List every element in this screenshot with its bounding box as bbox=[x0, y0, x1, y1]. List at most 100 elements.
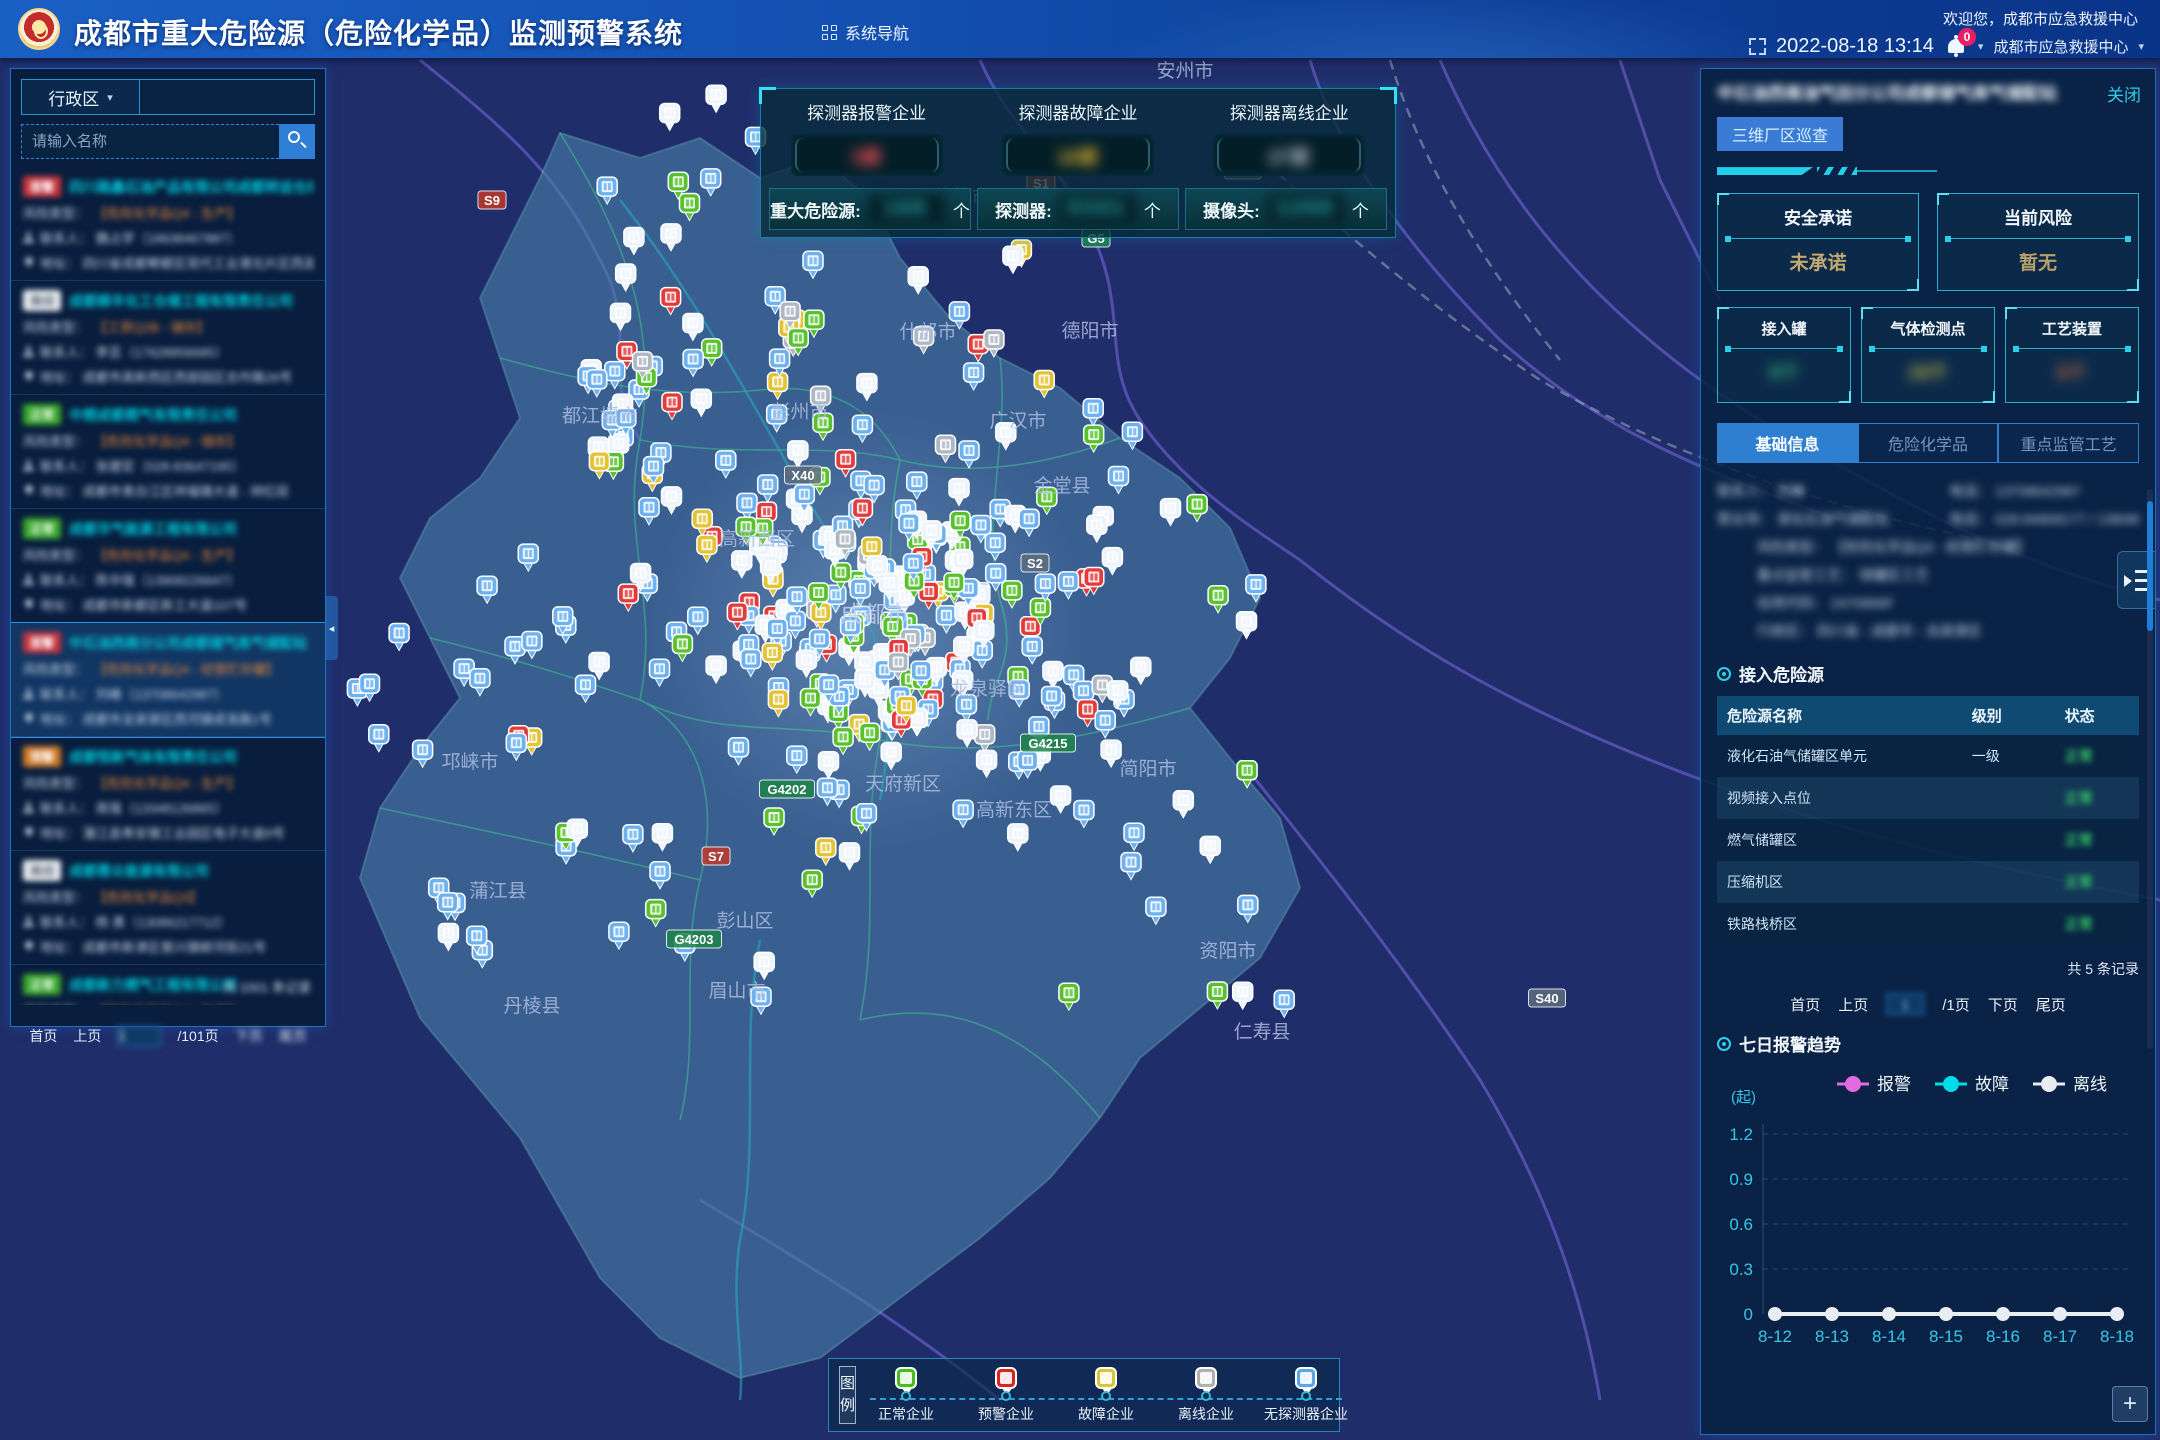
legend-label: 预警企业 bbox=[978, 1404, 1034, 1424]
company-list-item[interactable]: 正常中燃成都燃气有限责任公司风险类型：【危险化学品Q4 - 储存】联系人： 张建… bbox=[11, 395, 325, 509]
map-label-仁寿县: 仁寿县 bbox=[1233, 1021, 1290, 1043]
next-page-link[interactable]: 下页 bbox=[235, 1026, 263, 1046]
legend-label: 离线企业 bbox=[1178, 1404, 1234, 1424]
map-label-成都市: 成都市 bbox=[841, 601, 910, 627]
app-header: 成都市重大危险源（危险化学品）监测预警系统 系统导航 欢迎您，成都市应急救援中心… bbox=[0, 0, 2160, 58]
person-icon bbox=[23, 574, 34, 585]
counter-unit: 个 bbox=[1144, 197, 1161, 222]
enterprise-detail-panel: 中石油西南油气田分公司成都储气库气储配站 关闭 三维厂区巡查 安全承诺 未承诺 … bbox=[1700, 68, 2156, 1435]
hazard-name: 铁路栈桥区 bbox=[1717, 903, 1962, 945]
company-list-item[interactable]: 离线成都蓉众能源有限公司风险类型：【危险化学品Q3】联系人： 杨 勇（13086… bbox=[11, 851, 325, 965]
tab-重点监管工艺[interactable]: 重点监管工艺 bbox=[1998, 423, 2139, 463]
road-badge-S7: S7 bbox=[702, 847, 730, 865]
map-label-资阳市: 资阳市 bbox=[1199, 940, 1256, 962]
counter-label: 摄像头: bbox=[1203, 197, 1260, 222]
trend-chart: 00.30.60.91.2(起)8-128-138-148-158-168-17… bbox=[1717, 1062, 2139, 1367]
company-name: 成都恒新气体有限责任公司 bbox=[69, 747, 237, 767]
last-page-link[interactable]: 尾页 bbox=[279, 1026, 307, 1046]
search-input[interactable] bbox=[21, 124, 279, 159]
3d-tour-button[interactable]: 三维厂区巡查 bbox=[1717, 117, 1843, 151]
company-list-item[interactable]: 报警四川路鑫石油产品有限公司成都转运仓库风险类型：【危险化学品Q4 - 生产】联… bbox=[11, 167, 325, 281]
map-label-金堂县: 金堂县 bbox=[1033, 475, 1090, 497]
org-caret-icon[interactable]: ▾ bbox=[2138, 40, 2144, 53]
table-next-page[interactable]: 下页 bbox=[1988, 994, 2018, 1015]
map-label-广汉市: 广汉市 bbox=[989, 410, 1046, 432]
company-name: 中石油西南分公司成都储气库气储配站 bbox=[69, 633, 307, 653]
address-row: 地址： 成都市青白江区祥福镇大道 - 祥红段 bbox=[23, 481, 313, 500]
table-row[interactable]: 燃气储罐区正常 bbox=[1717, 819, 2139, 861]
sidebar-collapse-handle[interactable]: ◂ bbox=[325, 596, 338, 660]
location-pin-icon bbox=[23, 485, 34, 496]
org-menu[interactable]: 成都市应急救援中心 bbox=[1993, 36, 2128, 57]
svg-text:X40: X40 bbox=[791, 468, 814, 483]
legend-label: 故障企业 bbox=[1078, 1404, 1134, 1424]
table-prev-page[interactable]: 上页 bbox=[1838, 994, 1868, 1015]
grid-icon bbox=[822, 25, 837, 40]
map-label-彭山区: 彭山区 bbox=[716, 910, 773, 932]
section-bullet-icon bbox=[1717, 1037, 1731, 1051]
resource-counter: 探测器:5341个 bbox=[977, 188, 1179, 230]
map-legend: 图例 正常企业预警企业故障企业离线企业无探测器企业 bbox=[828, 1358, 1340, 1432]
detector-stat-value: 18家 bbox=[1057, 141, 1099, 170]
section-bullet-icon bbox=[1717, 667, 1731, 681]
status-badge: 正常 bbox=[23, 974, 61, 995]
district-dropdown[interactable]: 行政区▾ bbox=[22, 80, 140, 114]
map-label-彭州市: 彭州市 bbox=[771, 401, 828, 423]
map-label-简阳市: 简阳市 bbox=[1119, 758, 1176, 780]
svg-text:0.6: 0.6 bbox=[1729, 1215, 1753, 1234]
panel-scrollbar[interactable] bbox=[2147, 489, 2153, 1049]
risk-type-row: 风险类型：【危险化学品Q4 - 储存】 bbox=[23, 431, 313, 450]
hazard-section-header: 接入危险源 bbox=[1717, 661, 2139, 686]
company-list-item[interactable]: 预警成都恒新气体有限责任公司风险类型：【危险化学品Q4 - 生产】联系人： 周强… bbox=[11, 737, 325, 851]
counter-value: 166 bbox=[869, 194, 945, 224]
page-input[interactable]: 1 bbox=[117, 1026, 161, 1046]
tab-基础信息[interactable]: 基础信息 bbox=[1717, 423, 1858, 463]
legend-ring-icon bbox=[1001, 1391, 1011, 1401]
status-badge: 离线 bbox=[23, 290, 61, 311]
bell-caret-icon[interactable]: ▾ bbox=[1978, 40, 1984, 53]
table-row[interactable]: 视频接入点位正常 bbox=[1717, 777, 2139, 819]
first-page-link[interactable]: 首页 bbox=[29, 1026, 57, 1046]
risk-type-row: 风险类型：【工贸Q2B - 储存】 bbox=[23, 317, 313, 336]
company-list-item[interactable]: 离线成都顺丰化工仓储工程有限责任公司风险类型：【工贸Q2B - 储存】联系人： … bbox=[11, 281, 325, 395]
svg-text:G4215: G4215 bbox=[1028, 736, 1067, 751]
location-pin-icon bbox=[23, 941, 34, 952]
legend-item: 预警企业 bbox=[956, 1367, 1056, 1424]
table-page-total: /1页 bbox=[1942, 994, 1970, 1015]
table-first-page[interactable]: 首页 bbox=[1790, 994, 1820, 1015]
table-last-page[interactable]: 尾页 bbox=[2036, 994, 2066, 1015]
company-list-item[interactable]: 报警中石油西南分公司成都储气库气储配站风险类型：【危险化学品Q4 - 经营贮存罐… bbox=[11, 623, 325, 737]
search-button[interactable] bbox=[279, 124, 315, 159]
notification-bell-icon[interactable]: 0 bbox=[1944, 34, 1968, 58]
company-list-item[interactable]: 正常成都华气能源工程有限公司风险类型：【危险化学品Q4 - 生产】联系人： 陈中… bbox=[11, 509, 325, 623]
search-icon bbox=[288, 131, 300, 143]
map-zoom-in-button[interactable]: + bbox=[2112, 1386, 2148, 1422]
table-row[interactable]: 液化石油气储罐区单元一级正常 bbox=[1717, 735, 2139, 777]
prev-page-link[interactable]: 上页 bbox=[73, 1026, 101, 1046]
tab-危险化学品[interactable]: 危险化学品 bbox=[1858, 423, 1999, 463]
address-row: 地址： 成都市高新西区西部园区合作路26号 bbox=[23, 367, 313, 386]
company-name: 四川路鑫石油产品有限公司成都转运仓库 bbox=[69, 177, 313, 197]
fullscreen-icon[interactable] bbox=[1749, 38, 1766, 55]
system-nav-button[interactable]: 系统导航 bbox=[822, 20, 909, 44]
company-name: 中燃成都燃气有限责任公司 bbox=[69, 405, 237, 425]
sidebar-record-count: 共 1001 条记录 bbox=[223, 977, 311, 996]
table-page-input[interactable]: 1 bbox=[1886, 993, 1924, 1015]
company-name: 成都新力燃气工程有限公司 bbox=[69, 975, 237, 995]
detector-stat-value-box: 18家 bbox=[1002, 134, 1154, 176]
road-badge-G4202: G4202 bbox=[760, 780, 815, 798]
hazard-status: 正常 bbox=[2055, 861, 2139, 903]
location-pin-icon bbox=[23, 257, 34, 268]
svg-text:S2: S2 bbox=[1027, 556, 1043, 571]
hazard-level: 一级 bbox=[1962, 735, 2055, 777]
district-value-area[interactable] bbox=[140, 80, 314, 114]
legend-item: 正常企业 bbox=[856, 1367, 956, 1424]
close-panel-button[interactable]: 关闭 bbox=[2107, 81, 2141, 106]
svg-text:报警: 报警 bbox=[1877, 1075, 1911, 1094]
table-row[interactable]: 压缩机区正常 bbox=[1717, 861, 2139, 903]
hazard-status: 正常 bbox=[2055, 735, 2139, 777]
table-row[interactable]: 铁路栈桥区正常 bbox=[1717, 903, 2139, 945]
page-total: /101页 bbox=[177, 1026, 218, 1046]
status-badge: 预警 bbox=[23, 746, 61, 767]
status-badge: 报警 bbox=[23, 632, 61, 653]
